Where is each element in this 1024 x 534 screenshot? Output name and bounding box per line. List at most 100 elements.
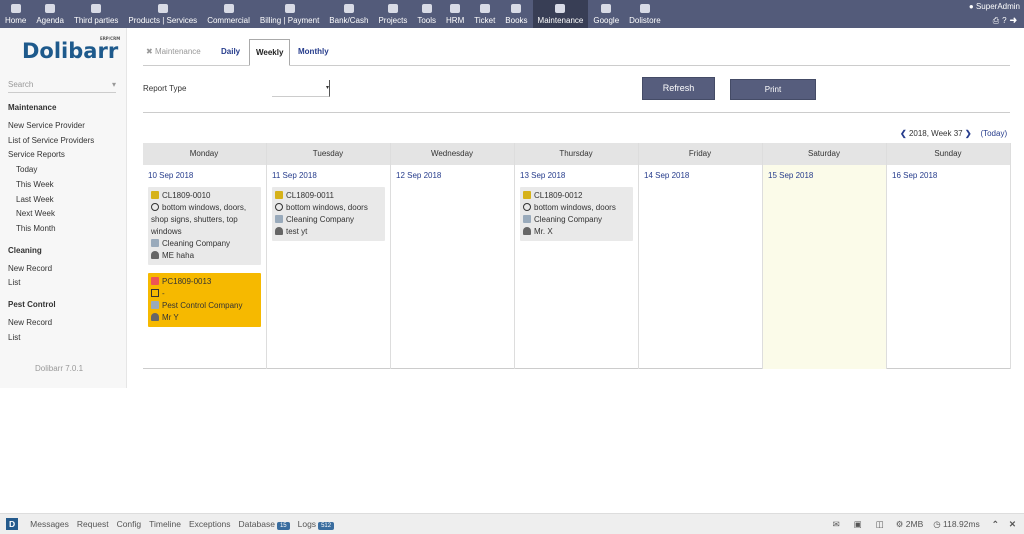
module-label: Maintenance [154, 47, 201, 56]
day-date[interactable]: 14 Sep 2018 [639, 165, 762, 185]
debug-tab-messages[interactable]: Messages [30, 519, 69, 529]
event-company[interactable]: Cleaning Company [162, 239, 230, 248]
menu-projects[interactable]: Projects [373, 0, 412, 28]
sidebar-subitem[interactable]: Last Week [16, 195, 54, 204]
event-company[interactable]: Cleaning Company [534, 215, 602, 224]
event-ref[interactable]: CL1809-0011 [286, 191, 334, 200]
day-header: Saturday [763, 143, 886, 165]
monitor-icon[interactable]: ▣ [854, 519, 862, 530]
menu-commercial[interactable]: Commercial [202, 0, 255, 28]
help-icon[interactable]: ? [1002, 16, 1009, 25]
sidebar-subitem[interactable]: Next Week [16, 209, 55, 218]
debug-tab-label: Timeline [149, 519, 181, 529]
day-date[interactable]: 13 Sep 2018 [515, 165, 638, 185]
sidebar-subitem[interactable]: Today [16, 165, 37, 174]
menu-home[interactable]: Home [0, 0, 31, 28]
print-icon[interactable]: ⎙ [993, 16, 1002, 25]
debugbar-logo[interactable]: D [6, 518, 19, 530]
event-desc: bottom windows, doors [286, 203, 368, 212]
menu-label: Google [593, 16, 620, 25]
debug-tab-logs[interactable]: Logs 512 [298, 519, 335, 530]
day-date[interactable]: 10 Sep 2018 [143, 165, 266, 185]
menu-icon [45, 4, 56, 13]
menu-hrm[interactable]: HRM [441, 0, 469, 28]
menu-label: Billing | Payment [259, 16, 320, 25]
menu-icon [639, 4, 650, 13]
company-icon [275, 215, 283, 223]
menu-icon [555, 4, 566, 13]
sidebar-item[interactable]: Service Reports [8, 150, 65, 159]
dolibarr-logo[interactable]: Dolibarr ERP/CRM [22, 36, 120, 63]
menu-third-parties[interactable]: Third parties [69, 0, 123, 28]
menu-bank-cash[interactable]: Bank/Cash [324, 0, 373, 28]
menu-icon [223, 4, 234, 13]
divider [143, 112, 1010, 113]
version-label: Dolibarr 7.0.1 [35, 364, 84, 373]
menu-label: HRM [446, 16, 465, 25]
menu-products-services[interactable]: Products | Services [123, 0, 202, 28]
tab-daily[interactable]: Daily [221, 39, 240, 66]
day-date[interactable]: 11 Sep 2018 [267, 165, 390, 185]
sidebar-subitem[interactable]: This Week [16, 180, 54, 189]
debug-tab-timeline[interactable]: Timeline [149, 519, 181, 529]
day-date[interactable]: 15 Sep 2018 [763, 165, 886, 185]
event-card[interactable]: PC1809-0013 - Pest Control Company Mr Y [148, 273, 261, 327]
today-link[interactable]: (Today) [980, 129, 1007, 138]
logout-icon[interactable]: ➜ [1010, 16, 1020, 25]
menu-maintenance[interactable]: Maintenance [532, 0, 589, 28]
report-type-select[interactable]: ▾ [272, 80, 330, 97]
memory-indicator[interactable]: ⚙ 2MB [896, 519, 923, 530]
menu-ticket[interactable]: Ticket [469, 0, 500, 28]
event-ref[interactable]: CL1809-0010 [162, 191, 210, 200]
event-ref[interactable]: CL1809-0012 [534, 191, 582, 200]
event-ref[interactable]: PC1809-0013 [162, 277, 211, 286]
menu-icon [10, 4, 21, 13]
day-date[interactable]: 16 Sep 2018 [887, 165, 1010, 185]
day-header: Monday [143, 143, 266, 165]
logo-text: Dolibarr [22, 39, 119, 63]
event-card[interactable]: CL1809-0010 bottom windows, doors, shop … [148, 187, 261, 265]
menu-icon [479, 4, 490, 13]
event-card[interactable]: CL1809-0012 bottom windows, doors Cleani… [520, 187, 633, 241]
sidebar-subitem[interactable]: This Month [16, 224, 56, 233]
debug-tab-exceptions[interactable]: Exceptions [189, 519, 231, 529]
time-indicator[interactable]: ◷ 118.92ms [933, 519, 979, 530]
prev-week-icon[interactable]: ❮ [900, 129, 907, 138]
sidebar-item[interactable]: New Service Provider [8, 121, 85, 130]
sidebar-item[interactable]: List [8, 333, 20, 342]
day-date[interactable]: 12 Sep 2018 [391, 165, 514, 185]
debug-tab-database[interactable]: Database 15 [239, 519, 290, 530]
menu-google[interactable]: Google [588, 0, 624, 28]
menu-books[interactable]: Books [500, 0, 532, 28]
sidebar-item[interactable]: List [8, 278, 20, 287]
event-company[interactable]: Pest Control Company [162, 301, 242, 310]
print-button[interactable]: Print [730, 79, 816, 100]
next-week-icon[interactable]: ❯ [965, 129, 972, 138]
refresh-button[interactable]: Refresh [642, 77, 715, 100]
event-desc: bottom windows, doors, shop signs, shutt… [151, 203, 247, 236]
username: SuperAdmin [975, 2, 1020, 11]
company-icon [151, 301, 159, 309]
maximize-icon[interactable]: ⌃ [992, 519, 999, 530]
sidebar-item[interactable]: New Record [8, 264, 52, 273]
menu-agenda[interactable]: Agenda [31, 0, 69, 28]
event-card[interactable]: CL1809-0011 bottom windows, doors Cleani… [272, 187, 385, 241]
sidebar-item[interactable]: New Record [8, 318, 52, 327]
user-link[interactable]: ● SuperAdmin [969, 2, 1020, 11]
mail-icon[interactable]: ✉ [833, 519, 840, 530]
event-person: ME haha [162, 251, 195, 260]
tab-weekly[interactable]: Weekly [249, 39, 291, 66]
user-icon [523, 227, 531, 235]
database-icon[interactable]: ◫ [876, 519, 884, 530]
debug-tab-request[interactable]: Request [77, 519, 109, 529]
menu-tools[interactable]: Tools [412, 0, 441, 28]
menu-label: Ticket [474, 16, 496, 25]
debug-tab-config[interactable]: Config [117, 519, 142, 529]
close-icon[interactable]: ✕ [1009, 519, 1016, 530]
sidebar-item[interactable]: List of Service Providers [8, 136, 94, 145]
event-company[interactable]: Cleaning Company [286, 215, 354, 224]
menu-dolistore[interactable]: Dolistore [624, 0, 666, 28]
menu-billing-payment[interactable]: Billing | Payment [255, 0, 324, 28]
search-input[interactable]: ▾ Search [8, 80, 116, 93]
tab-monthly[interactable]: Monthly [298, 39, 329, 66]
